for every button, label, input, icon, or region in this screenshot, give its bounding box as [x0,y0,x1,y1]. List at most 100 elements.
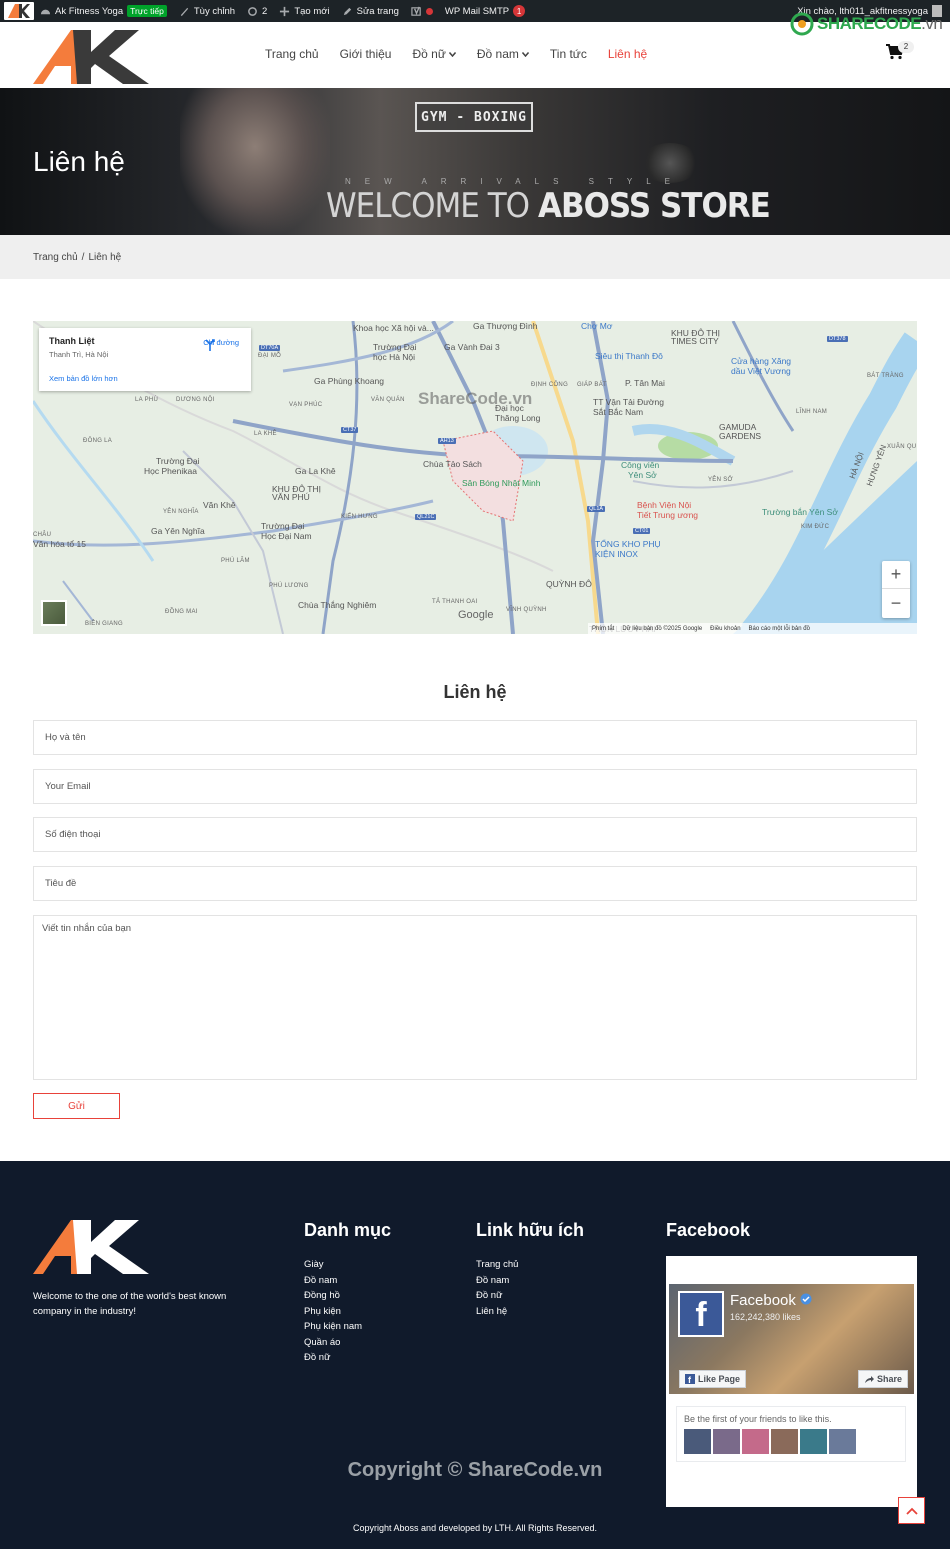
map-place-label[interactable]: Đại học [495,403,524,413]
map-directions-button[interactable]: Chỉ đường [203,338,239,351]
admin-yoast[interactable] [405,0,439,22]
friend-avatar[interactable] [742,1429,769,1454]
friend-avatar[interactable] [684,1429,711,1454]
nav-men[interactable]: Đồ nam [477,47,529,61]
map-place-label[interactable]: Sắt Bắc Nam [593,407,643,417]
map-place-label[interactable]: Trường Đại [261,521,305,531]
footer-link[interactable]: Đồ nữ [476,1288,518,1304]
footer-category-link[interactable]: Quần áo [304,1335,362,1351]
map-place-label[interactable]: Học Phenikaa [144,466,197,476]
footer-category-link[interactable]: Đồ nữ [304,1350,362,1366]
map-place-label[interactable]: Sân Bóng Nhật Minh [462,478,540,488]
map-place-label[interactable]: TIMES CITY [671,336,719,346]
zoom-out-button[interactable]: − [882,589,910,617]
map-place-label[interactable]: TT Vận Tải Đường [593,397,664,407]
map-place-label[interactable]: Ga Yên Nghĩa [151,526,205,536]
map-area-label: YÊN NGHĨA [163,509,199,515]
facebook-share-button[interactable]: Share [857,1370,908,1388]
friend-avatar[interactable] [713,1429,740,1454]
map-place-label[interactable]: Ga Vành Đai 3 [444,342,500,352]
admin-updates[interactable]: 2 [241,0,273,22]
map-place-label[interactable]: Trường Đại [156,456,200,466]
map-place-label[interactable]: Chợ Mơ [581,321,612,331]
map-place-label[interactable]: Ga Phùng Khoang [314,376,384,386]
map-place-label[interactable]: Tiết Trung ương [637,510,698,520]
message-textarea[interactable]: Viết tin nhắn của bạn [33,915,917,1080]
map-place-label[interactable]: Văn hóa tổ 15 [33,539,86,549]
wp-logo-icon[interactable] [4,2,34,20]
google-logo: Google [458,609,494,621]
refresh-icon [248,6,257,16]
map-place-label[interactable]: Văn Khê [203,500,236,510]
map-place-label[interactable]: Học Đại Nam [261,531,312,541]
subject-input[interactable]: Tiêu đề [33,866,917,901]
back-to-top-button[interactable] [898,1497,925,1524]
admin-smtp[interactable]: WP Mail SMTP 1 [439,0,531,22]
submit-button[interactable]: Gửi [33,1093,120,1119]
friend-avatar[interactable] [829,1429,856,1454]
facebook-page-name[interactable]: Facebook [730,1292,812,1309]
map-place-label[interactable]: dầu Việt Vương [731,366,791,376]
map-area-label: CHÂU [33,532,52,538]
footer-link[interactable]: Liên hệ [476,1304,518,1320]
facebook-like-button[interactable]: f Like Page [679,1370,747,1388]
breadcrumb-home[interactable]: Trang chủ [33,252,78,263]
admin-edit-page[interactable]: Sửa trang [336,0,405,22]
nav-about[interactable]: Giới thiệu [340,47,392,61]
footer-category-link[interactable]: Phụ kiện [304,1304,362,1320]
google-map[interactable]: ShareCode.vn Khoa học Xã hội và... Trường… [33,321,917,634]
map-place-label[interactable]: VĂN PHÚ [272,492,310,502]
map-place-label[interactable]: Khoa học Xã hội và... [353,323,434,333]
footer-category-link[interactable]: Đồng hồ [304,1288,362,1304]
name-input[interactable]: Họ và tên [33,720,917,755]
map-place-label[interactable]: GARDENS [719,431,761,441]
map-place-label[interactable]: Thăng Long [495,413,540,423]
footer-logo[interactable] [33,1216,149,1274]
map-place-label[interactable]: Ga La Khê [295,466,336,476]
map-place-label[interactable]: Công viên [621,460,659,470]
admin-customize[interactable]: Tùy chỉnh [173,0,241,22]
footer-category-link[interactable]: Đồ nam [304,1273,362,1289]
map-report-link[interactable]: Báo cáo một lỗi bản đồ [749,626,810,632]
footer-link[interactable]: Đồ nam [476,1273,518,1289]
map-place-label[interactable]: Trường Đại [373,342,417,352]
nav-home[interactable]: Trang chủ [265,47,319,61]
map-place-label[interactable]: P. Tân Mai [625,378,665,388]
admin-site-name[interactable]: Ak Fitness Yoga Trực tiếp [34,0,173,22]
site-footer: Welcome to the one of the world's best k… [0,1161,950,1549]
zoom-in-button[interactable]: + [882,561,910,589]
friend-avatar[interactable] [800,1429,827,1454]
footer-category-link[interactable]: Phụ kiện nam [304,1319,362,1335]
map-place-label[interactable]: TỔNG KHO PHỤ [595,539,661,549]
map-area-label: ĐẠI MỖ [258,353,282,359]
nav-news[interactable]: Tin tức [550,47,587,61]
map-area-label: VẠN PHÚC [289,402,323,408]
site-logo[interactable] [33,26,149,84]
email-input[interactable]: Your Email [33,769,917,804]
admin-new[interactable]: Tạo mới [273,0,335,22]
map-place-label[interactable]: QUỲNH ĐÔ [546,579,592,589]
nav-contact[interactable]: Liên hệ [608,47,647,61]
map-larger-link[interactable]: Xem bản đồ lớn hơn [49,374,241,383]
friend-avatar[interactable] [771,1429,798,1454]
footer-facebook-title: Facebook [666,1220,751,1240]
map-place-label[interactable]: học Hà Nội [373,352,415,362]
map-shortcuts-link[interactable]: Phím tắt [592,626,614,632]
footer-category-link[interactable]: Giày [304,1257,362,1273]
nav-women[interactable]: Đồ nữ [412,47,456,61]
map-area-label: PHÚ LÃM [221,558,250,564]
map-place-label[interactable]: Ga Thượng Đình [473,321,538,331]
map-place-label[interactable]: Cửa hàng Xăng [731,356,791,366]
map-place-label[interactable]: Chùa Tảo Sách [423,459,482,469]
map-place-label[interactable]: Chùa Thắng Nghiêm [298,600,376,610]
map-place-label[interactable]: Siêu thị Thanh Đô [595,351,663,361]
facebook-cover-image[interactable]: f Facebook 162,242,380 likes f Like Page… [669,1284,914,1394]
map-terms-link[interactable]: Điều khoản [710,626,740,632]
footer-link[interactable]: Trang chủ [476,1257,518,1273]
phone-input[interactable]: Số điện thoại [33,817,917,852]
map-place-label[interactable]: Trường bắn Yên Sở [762,507,838,517]
map-place-label[interactable]: Yên Sở [628,470,657,480]
map-place-label[interactable]: KIỆN INOX [595,549,638,559]
map-place-label[interactable]: Bệnh Viện Nội [637,500,691,510]
map-satellite-toggle[interactable] [41,600,67,626]
